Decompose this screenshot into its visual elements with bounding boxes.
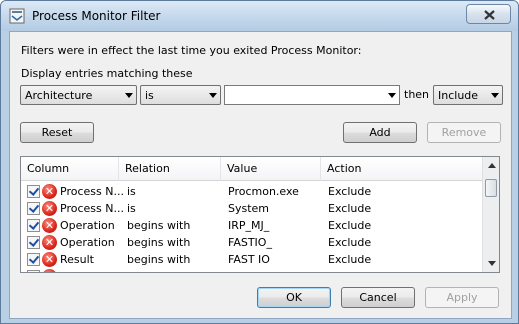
chevron-down-icon — [125, 93, 133, 98]
row-action: Exclude — [328, 236, 372, 249]
list-header: Column Relation Value Action — [21, 157, 482, 181]
row-value: IRP_MJ_ — [228, 219, 270, 232]
cancel-button[interactable]: Cancel — [341, 287, 415, 308]
action-select[interactable]: Include — [433, 85, 503, 105]
column-header-column[interactable]: Column — [21, 157, 119, 181]
filter-app-icon — [9, 8, 25, 24]
chevron-down-icon — [209, 93, 217, 98]
then-label: then — [404, 88, 430, 101]
row-column: Operation — [60, 219, 115, 232]
row-column: Process N... — [60, 202, 124, 215]
row-action: Exclude — [328, 185, 372, 198]
vertical-scrollbar[interactable] — [482, 157, 499, 272]
apply-button[interactable]: Apply — [425, 287, 499, 308]
filter-dialog-window: Process Monitor Filter Filters were in e… — [0, 0, 519, 324]
title-bar: Process Monitor Filter — [1, 1, 518, 31]
table-row[interactable]: ✕ Operation begins with IRP_MJ_ Exclude — [21, 217, 482, 234]
row-value: System — [228, 202, 270, 215]
scroll-down-icon[interactable] — [488, 261, 496, 266]
row-value: FASTIO_ — [228, 236, 272, 249]
chevron-down-icon — [388, 93, 396, 98]
reset-button[interactable]: Reset — [20, 122, 94, 143]
row-action: Exclude — [328, 253, 372, 266]
row-column: Process N... — [60, 185, 124, 198]
table-row-partial[interactable]: ✕ — [21, 268, 482, 272]
row-column: Result — [60, 253, 94, 266]
scrollbar-thumb[interactable] — [485, 179, 497, 197]
relation-select[interactable]: is — [140, 85, 221, 105]
row-checkbox[interactable] — [27, 219, 40, 232]
column-header-relation[interactable]: Relation — [119, 157, 221, 181]
red-x-icon: ✕ — [42, 184, 57, 199]
ok-button[interactable]: OK — [257, 287, 331, 308]
row-value: Procmon.exe — [228, 185, 299, 198]
chevron-down-icon — [491, 93, 499, 98]
remove-button[interactable]: Remove — [427, 122, 501, 143]
action-select-value: Include — [438, 89, 479, 102]
red-x-icon: ✕ — [42, 235, 57, 250]
red-x-icon: ✕ — [42, 201, 57, 216]
column-header-value[interactable]: Value — [221, 157, 321, 181]
match-label: Display entries matching these — [21, 67, 193, 80]
window-title: Process Monitor Filter — [32, 9, 161, 23]
value-combobox[interactable] — [224, 85, 400, 105]
table-row[interactable]: ✕ Result begins with FAST IO Exclude — [21, 251, 482, 268]
row-relation: begins with — [127, 253, 191, 266]
row-relation: begins with — [127, 236, 191, 249]
intro-text: Filters were in effect the last time you… — [21, 44, 362, 57]
row-relation: begins with — [127, 219, 191, 232]
column-select[interactable]: Architecture — [20, 85, 137, 105]
row-checkbox[interactable] — [27, 202, 40, 215]
row-relation: is — [127, 185, 136, 198]
row-checkbox[interactable] — [27, 270, 40, 272]
row-action: Exclude — [328, 219, 372, 232]
close-icon — [484, 10, 495, 20]
table-row[interactable]: ✕ Process N... is System Exclude — [21, 200, 482, 217]
row-checkbox[interactable] — [27, 236, 40, 249]
table-row[interactable]: ✕ Process N... is Procmon.exe Exclude — [21, 183, 482, 200]
row-relation: is — [127, 202, 136, 215]
row-action: Exclude — [328, 202, 372, 215]
filter-list[interactable]: Column Relation Value Action ✕ Process N… — [20, 156, 500, 273]
red-x-icon: ✕ — [42, 252, 57, 267]
add-button[interactable]: Add — [343, 122, 417, 143]
red-x-icon: ✕ — [42, 218, 57, 233]
scroll-up-icon[interactable] — [488, 163, 496, 168]
row-column: Operation — [60, 236, 115, 249]
row-checkbox[interactable] — [27, 185, 40, 198]
table-row[interactable]: ✕ Operation begins with FASTIO_ Exclude — [21, 234, 482, 251]
column-header-action[interactable]: Action — [321, 157, 482, 181]
close-button[interactable] — [466, 4, 511, 24]
row-checkbox[interactable] — [27, 253, 40, 266]
red-x-icon: ✕ — [42, 269, 57, 272]
row-value: FAST IO — [228, 253, 270, 266]
relation-select-value: is — [145, 89, 154, 102]
column-select-value: Architecture — [25, 89, 93, 102]
